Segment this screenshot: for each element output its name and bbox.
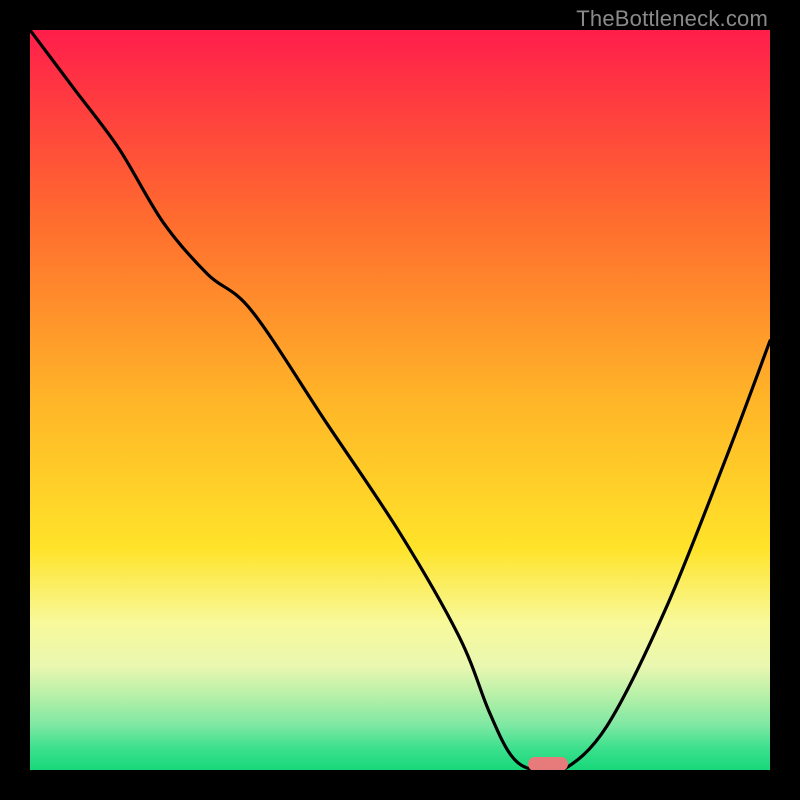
watermark-text: TheBottleneck.com [576, 6, 768, 32]
chart-frame: TheBottleneck.com [0, 0, 800, 800]
bottleneck-curve [30, 30, 770, 770]
plot-area [30, 30, 770, 770]
optimal-marker [528, 757, 568, 770]
